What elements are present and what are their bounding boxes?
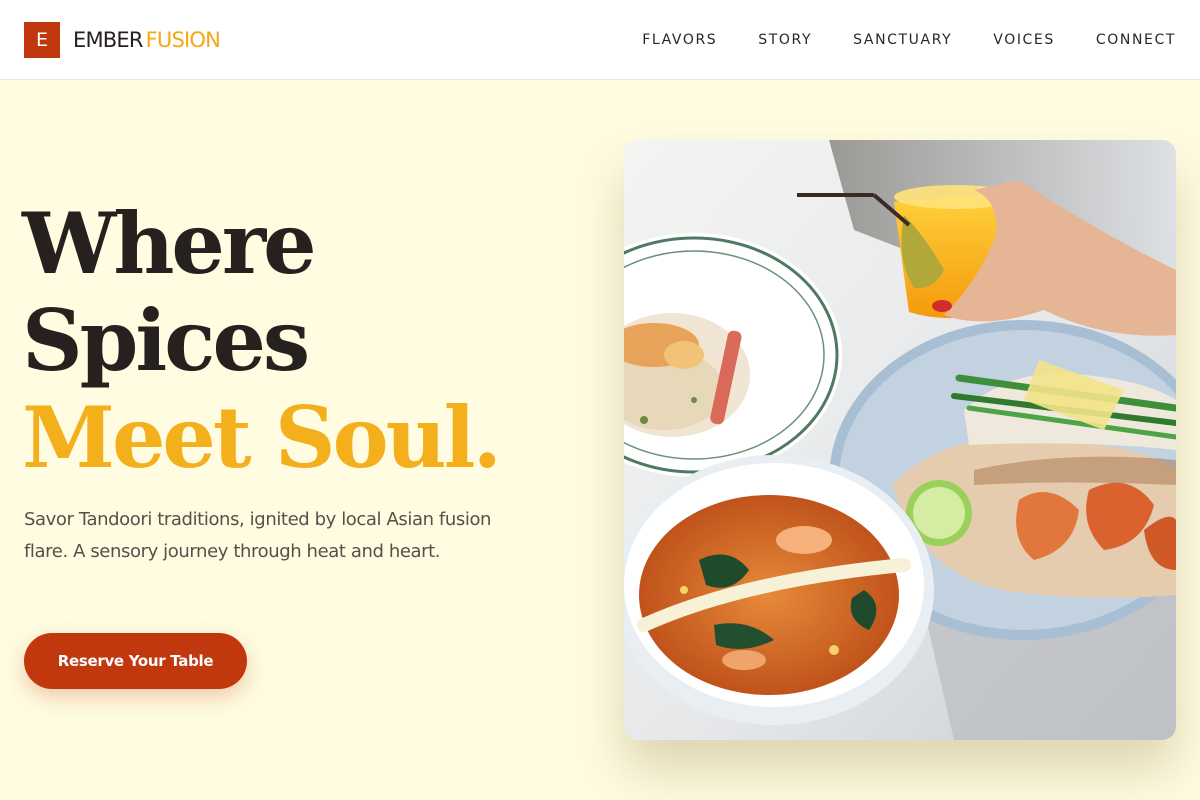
nav-link-connect[interactable]: CONNECT: [1096, 32, 1176, 48]
brand-name-part1: EMBER: [73, 28, 143, 52]
nav-link-story[interactable]: STORY: [758, 32, 812, 48]
food-photo-icon: [624, 140, 1176, 740]
nav-link-flavors[interactable]: FLAVORS: [642, 32, 717, 48]
logo-mark: E: [24, 22, 60, 58]
headline-line-3: Meet Soul.: [22, 388, 502, 487]
headline-line-2: Spices: [22, 291, 310, 390]
hero-headline: Where Spices Meet Soul.: [22, 194, 502, 487]
brand-name-part2: FUSION: [145, 28, 221, 52]
hero-subtitle: Savor Tandoori traditions, ignited by lo…: [24, 509, 492, 562]
hero-food-photo: [624, 140, 1176, 740]
nav-links: FLAVORS STORY SANCTUARY VOICES CONNECT: [642, 0, 1176, 80]
brand-name: EMBER FUSION: [73, 22, 221, 58]
nav-link-sanctuary[interactable]: SANCTUARY: [853, 32, 952, 48]
reserve-table-button[interactable]: Reserve Your Table: [24, 633, 247, 689]
headline-line-1: Where: [22, 194, 317, 293]
nav-link-voices[interactable]: VOICES: [993, 32, 1055, 48]
top-nav: E EMBER FUSION FLAVORS STORY SANCTUARY VO…: [0, 0, 1200, 80]
brand-logo[interactable]: E EMBER FUSION: [24, 22, 221, 58]
